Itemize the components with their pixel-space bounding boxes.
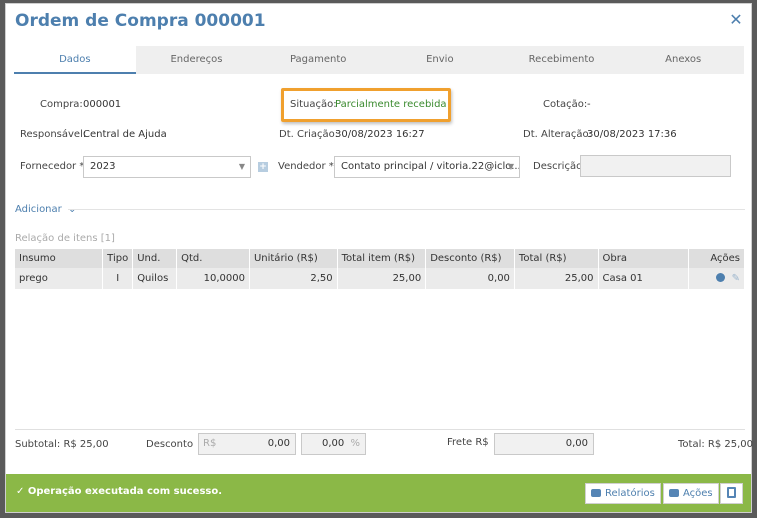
fornecedor-label: Fornecedor * bbox=[20, 161, 85, 172]
situacao-value: Parcialmente recebida bbox=[335, 99, 447, 110]
tab-envio[interactable]: Envio bbox=[379, 46, 501, 74]
cell-unitario: 2,50 bbox=[249, 268, 338, 289]
desconto-value-input[interactable]: R$ 0,00 bbox=[198, 433, 296, 455]
desconto-percent-value: 0,00 bbox=[322, 438, 345, 449]
tab-dados[interactable]: Dados bbox=[14, 46, 136, 74]
subtotal-label: Subtotal: R$ 25,00 bbox=[15, 439, 109, 450]
total-label: Total: R$ 25,00 bbox=[678, 439, 754, 450]
cell-qtd: 10,0000 bbox=[176, 268, 250, 289]
col-insumo: Insumo bbox=[15, 249, 104, 268]
items-table: Insumo Tipo Und. Qtd. Unitário (R$) Tota… bbox=[15, 249, 745, 289]
modal-title: Ordem de Compra 000001 bbox=[15, 11, 266, 31]
chevron-down-icon: ▼ bbox=[507, 162, 514, 171]
chat-icon bbox=[591, 489, 601, 497]
pie-chart-icon[interactable] bbox=[716, 273, 726, 282]
close-icon[interactable]: ✕ bbox=[729, 12, 743, 28]
col-acoes: Ações bbox=[688, 249, 745, 268]
col-desconto: Desconto (R$) bbox=[425, 249, 515, 268]
vendedor-label: Vendedor * bbox=[278, 161, 334, 172]
desconto-label: Desconto bbox=[146, 439, 194, 450]
vendedor-value: Contato principal / vitoria.22@iclo... bbox=[341, 161, 520, 172]
acoes-label: Ações bbox=[683, 488, 713, 499]
cell-total: 25,00 bbox=[514, 268, 599, 289]
cell-und: Quilos bbox=[132, 268, 178, 289]
fornecedor-select[interactable]: 2023 ▼ bbox=[83, 156, 251, 178]
success-bar: ✓ Operação executada com sucesso. Relató… bbox=[6, 474, 751, 512]
col-qtd: Qtd. bbox=[176, 249, 250, 268]
cell-tipo: I bbox=[102, 268, 134, 289]
col-obra: Obra bbox=[598, 249, 690, 268]
divider bbox=[68, 209, 745, 210]
currency-prefix: R$ bbox=[203, 438, 217, 449]
chat-icon bbox=[669, 489, 679, 497]
desconto-percent-input[interactable]: 0,00 % bbox=[301, 433, 366, 455]
cell-desconto: 0,00 bbox=[425, 268, 515, 289]
dt-alteracao-value: 30/08/2023 17:36 bbox=[587, 129, 677, 140]
cotacao-label: Cotação: bbox=[543, 99, 588, 110]
footer-divider bbox=[15, 429, 745, 430]
situacao-label: Situação: bbox=[290, 99, 337, 110]
fornecedor-value: 2023 bbox=[90, 161, 116, 172]
tab-enderecos[interactable]: Endereços bbox=[136, 46, 258, 74]
tab-pagamento[interactable]: Pagamento bbox=[257, 46, 379, 74]
cell-total-item: 25,00 bbox=[337, 268, 427, 289]
frete-label: Frete R$ bbox=[447, 437, 489, 448]
compra-value: 000001 bbox=[83, 99, 122, 110]
col-tipo: Tipo bbox=[102, 249, 134, 268]
cotacao-value: - bbox=[587, 99, 591, 110]
relatorios-button[interactable]: Relatórios bbox=[585, 483, 661, 504]
dt-alteracao-label: Dt. Alteração: bbox=[523, 129, 593, 140]
relatorios-label: Relatórios bbox=[605, 488, 655, 499]
dt-criacao-label: Dt. Criação: bbox=[279, 129, 339, 140]
table-row: prego I Quilos 10,0000 2,50 25,00 0,00 2… bbox=[15, 268, 745, 289]
purchase-order-modal: Ordem de Compra 000001 ✕ Dados Endereços… bbox=[5, 3, 754, 513]
descricao-label: Descrição bbox=[533, 161, 583, 172]
acoes-button[interactable]: Ações bbox=[663, 483, 719, 504]
cell-insumo: prego bbox=[15, 268, 104, 289]
chevron-down-icon: ▼ bbox=[238, 162, 245, 171]
col-total: Total (R$) bbox=[514, 249, 599, 268]
tab-anexos[interactable]: Anexos bbox=[622, 46, 744, 74]
vendedor-select[interactable]: Contato principal / vitoria.22@iclo... ▼ bbox=[334, 156, 520, 178]
col-unitario: Unitário (R$) bbox=[249, 249, 338, 268]
col-total-item: Total item (R$) bbox=[337, 249, 427, 268]
compra-label: Compra: bbox=[40, 99, 83, 110]
col-und: Und. bbox=[132, 249, 178, 268]
adicionar-label: Adicionar bbox=[15, 204, 62, 215]
edit-pencil-icon[interactable]: ✎ bbox=[732, 273, 740, 284]
descricao-input[interactable] bbox=[580, 155, 731, 177]
desconto-value: 0,00 bbox=[267, 438, 290, 449]
cell-acoes: ✎ bbox=[688, 268, 745, 289]
responsavel-value: Central de Ajuda bbox=[83, 129, 167, 140]
table-header-row: Insumo Tipo Und. Qtd. Unitário (R$) Tota… bbox=[15, 249, 745, 268]
copy-icon bbox=[727, 487, 736, 498]
frete-value: 0,00 bbox=[565, 438, 588, 449]
tab-bar: Dados Endereços Pagamento Envio Recebime… bbox=[14, 46, 744, 74]
dt-criacao-value: 30/08/2023 16:27 bbox=[335, 129, 425, 140]
responsavel-label: Responsável: bbox=[20, 129, 87, 140]
percent-suffix: % bbox=[350, 438, 360, 449]
copy-button[interactable] bbox=[720, 483, 743, 504]
add-fornecedor-icon[interactable]: + bbox=[258, 162, 268, 172]
tab-recebimento[interactable]: Recebimento bbox=[501, 46, 623, 74]
success-message: ✓ Operação executada com sucesso. bbox=[16, 486, 223, 497]
cell-obra: Casa 01 bbox=[598, 268, 690, 289]
items-title: Relação de itens [1] bbox=[15, 233, 115, 244]
frete-input[interactable]: 0,00 bbox=[494, 433, 594, 455]
